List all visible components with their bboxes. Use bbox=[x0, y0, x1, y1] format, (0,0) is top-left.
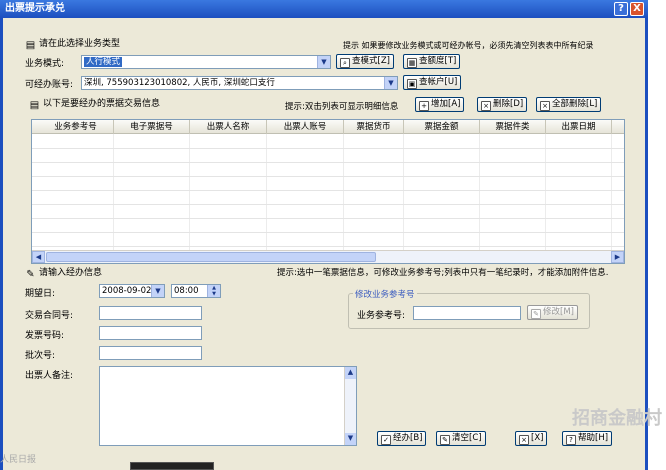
edit-icon: ✎ bbox=[26, 269, 35, 280]
scroll-left-icon[interactable]: ◀ bbox=[32, 251, 45, 263]
help-title-button[interactable]: ? bbox=[614, 2, 628, 16]
scroll-right-icon[interactable]: ▶ bbox=[611, 251, 624, 263]
table-row bbox=[32, 218, 624, 219]
query-account-button[interactable]: ▣ 查帐户[U] bbox=[403, 75, 462, 90]
exit-button[interactable]: × [X] bbox=[515, 431, 548, 446]
modify-ref-group: 修改业务参考号 业务参考号: ✎ 修改[M] bbox=[348, 288, 590, 329]
table-row bbox=[32, 246, 624, 247]
ref-number-label: 业务参考号: bbox=[357, 311, 406, 321]
handle-button[interactable]: ✓ 经办[B] bbox=[377, 431, 427, 446]
expect-date-label: 期望日: bbox=[25, 289, 56, 299]
column-header[interactable]: 业务参考号 bbox=[38, 120, 114, 134]
column-header[interactable]: 票据金额 bbox=[404, 120, 480, 134]
document-icon: ▤ bbox=[29, 100, 40, 111]
batch-label: 批次号: bbox=[25, 351, 56, 361]
column-header[interactable]: 出票日期 bbox=[546, 120, 612, 134]
table-icon: ▦ bbox=[407, 58, 417, 68]
table-row bbox=[32, 232, 624, 233]
column-header[interactable]: 出票人名称 bbox=[190, 120, 267, 134]
remark-textarea[interactable]: ▲ ▼ bbox=[99, 366, 357, 446]
business-type-heading: ▤ 请在此选择业务类型 bbox=[25, 39, 121, 51]
business-mode-label: 业务模式: bbox=[25, 59, 65, 69]
spinner-icon[interactable]: ▲ ▼ bbox=[207, 285, 220, 297]
list-hint: 提示:双击列表可显示明细信息 bbox=[285, 102, 399, 112]
title-bar: 出票提示承兑 bbox=[0, 0, 648, 18]
table-row bbox=[32, 162, 624, 163]
column-header[interactable]: 电子票据号 bbox=[114, 120, 190, 134]
scrollbar-thumb[interactable] bbox=[46, 252, 376, 262]
window-title: 出票提示承兑 bbox=[5, 3, 65, 14]
contract-input[interactable] bbox=[99, 306, 202, 320]
column-header[interactable]: 到 bbox=[612, 120, 624, 134]
table-row bbox=[32, 148, 624, 149]
query-mode-button[interactable]: ⌕ 查模式[Z] bbox=[336, 54, 394, 69]
column-header[interactable]: 票据件类 bbox=[480, 120, 546, 134]
help-icon: ? bbox=[566, 435, 576, 445]
add-icon: + bbox=[419, 101, 429, 111]
handle-icon: ✓ bbox=[381, 435, 391, 445]
column-header[interactable]: 出票人账号 bbox=[267, 120, 344, 134]
scroll-down-icon[interactable]: ▼ bbox=[345, 433, 356, 445]
chevron-down-icon[interactable]: ▼ bbox=[384, 77, 397, 89]
expect-time-spinner[interactable]: 08:00 ▲ ▼ bbox=[171, 284, 221, 298]
delete-button[interactable]: × 删除[D] bbox=[477, 97, 528, 112]
chevron-down-icon[interactable]: ▼ bbox=[317, 56, 330, 68]
invoice-input[interactable] bbox=[99, 326, 202, 340]
broom-icon: ✎ bbox=[440, 435, 450, 445]
account-label: 可经办账号: bbox=[25, 80, 74, 90]
help-button[interactable]: ? 帮助[H] bbox=[562, 431, 613, 446]
contract-label: 交易合同号: bbox=[25, 311, 74, 321]
taskbar-item[interactable] bbox=[130, 462, 214, 470]
watermark: 招商金融村 bbox=[572, 408, 662, 429]
account-icon: ▣ bbox=[407, 79, 417, 89]
corner-watermark: 人民日报 bbox=[0, 455, 37, 465]
input-hint: 提示:选中一笔票据信息，可修改业务参考号;列表中只有一笔纪录时，才能添加附件信息… bbox=[277, 268, 609, 278]
table-header: 业务参考号电子票据号出票人名称出票人账号票据货币票据金额票据件类出票日期到 bbox=[32, 120, 624, 134]
clear-button[interactable]: ✎ 清空[C] bbox=[436, 431, 486, 446]
vertical-scrollbar[interactable]: ▲ ▼ bbox=[344, 367, 356, 445]
query-quota-button[interactable]: ▦ 查额度[T] bbox=[403, 54, 461, 69]
horizontal-scrollbar[interactable]: ◀ ▶ bbox=[32, 250, 624, 263]
dialog-window: 出票提示承兑 ? X ▤ 请在此选择业务类型 提示 如果要修改业务模式或可经办帐号… bbox=[0, 0, 666, 470]
document-icon: ▤ bbox=[25, 40, 36, 51]
batch-input[interactable] bbox=[99, 346, 202, 360]
delete-all-icon: × bbox=[540, 101, 550, 111]
add-button[interactable]: + 增加[A] bbox=[415, 97, 465, 112]
ref-number-input[interactable] bbox=[413, 306, 521, 320]
input-heading: ✎ 请输入经办信息 bbox=[26, 268, 103, 280]
remark-label: 出票人备注: bbox=[25, 371, 74, 381]
table-row bbox=[32, 204, 624, 205]
close-title-button[interactable]: X bbox=[630, 2, 644, 16]
expect-date-picker[interactable]: 2008-09-02 ▼ bbox=[99, 284, 165, 298]
table-row bbox=[32, 190, 624, 191]
list-heading: ▤ 以下是要经办的票据交易信息 bbox=[29, 99, 161, 111]
delete-icon: × bbox=[481, 101, 491, 111]
column-header[interactable]: 票据货币 bbox=[344, 120, 404, 134]
dialog-body: ▤ 请在此选择业务类型 提示 如果要修改业务模式或可经办帐号，必须先清空列表表中所… bbox=[0, 18, 648, 470]
business-mode-select[interactable]: 人行模式 ▼ bbox=[81, 55, 331, 69]
modify-button[interactable]: ✎ 修改[M] bbox=[527, 305, 578, 320]
edit-icon: ✎ bbox=[531, 309, 541, 319]
calendar-dropdown-icon[interactable]: ▼ bbox=[151, 285, 164, 297]
search-icon: ⌕ bbox=[340, 58, 350, 68]
account-select[interactable]: 深圳, 755903123010802, 人民币, 深圳蛇口支行 ▼ bbox=[81, 76, 398, 90]
table-row bbox=[32, 176, 624, 177]
transaction-table[interactable]: 业务参考号电子票据号出票人名称出票人账号票据货币票据金额票据件类出票日期到 ◀ … bbox=[31, 119, 625, 264]
top-hint: 提示 如果要修改业务模式或可经办帐号，必须先清空列表表中所有纪录 bbox=[343, 41, 594, 50]
invoice-label: 发票号码: bbox=[25, 331, 65, 341]
exit-icon: × bbox=[519, 435, 529, 445]
scroll-up-icon[interactable]: ▲ bbox=[345, 367, 356, 379]
delete-all-button[interactable]: × 全部删除[L] bbox=[536, 97, 602, 112]
modify-group-title: 修改业务参考号 bbox=[353, 288, 417, 300]
